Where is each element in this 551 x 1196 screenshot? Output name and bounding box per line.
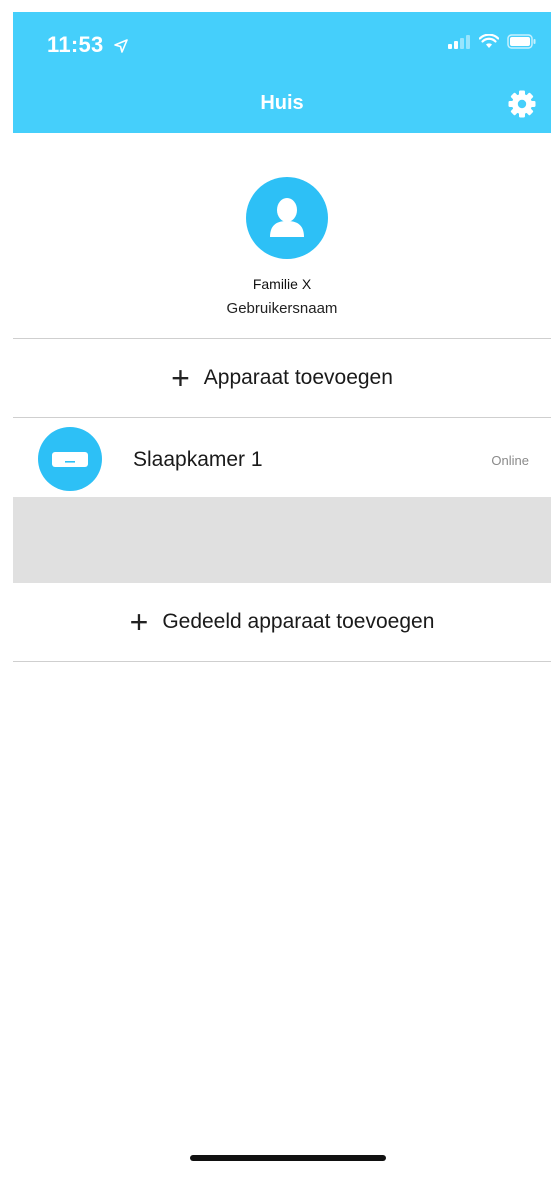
device-row[interactable]: Slaapkamer 1 Online	[13, 418, 551, 497]
status-time-text: 11:53	[47, 32, 104, 57]
battery-icon	[507, 34, 537, 54]
gear-icon	[508, 90, 536, 118]
plus-icon: +	[171, 360, 190, 396]
profile-username: Gebruikersnaam	[226, 300, 338, 317]
air-conditioner-icon	[38, 427, 102, 491]
page-title: Huis	[260, 92, 304, 114]
settings-button[interactable]	[507, 89, 537, 119]
section-separator	[13, 497, 551, 583]
wifi-icon	[478, 33, 500, 54]
status-icons	[447, 33, 537, 54]
location-arrow-icon	[114, 33, 128, 59]
add-shared-device-button[interactable]: + Gedeeld apparaat toevoegen	[13, 583, 551, 661]
profile-name: Familie X	[252, 276, 312, 292]
app-screen: 11:53 Huis Familie X Gebruikersnaam + Ap…	[0, 0, 551, 1196]
cellular-signal-icon	[447, 34, 471, 54]
add-shared-device-label: Gedeeld apparaat toevoegen	[162, 610, 435, 633]
device-status: Online	[491, 453, 529, 468]
plus-icon: +	[129, 604, 149, 640]
add-device-button[interactable]: + Apparaat toevoegen	[13, 339, 551, 417]
profile-section: Familie X Gebruikersnaam	[13, 133, 551, 338]
header-bar: 11:53 Huis	[13, 12, 551, 133]
avatar[interactable]	[246, 177, 328, 259]
device-name: Slaapkamer 1	[133, 448, 263, 471]
add-device-label: Apparaat toevoegen	[203, 366, 393, 389]
divider	[13, 661, 551, 662]
status-time: 11:53	[47, 32, 128, 59]
user-icon	[270, 198, 304, 237]
home-indicator[interactable]	[190, 1155, 386, 1161]
